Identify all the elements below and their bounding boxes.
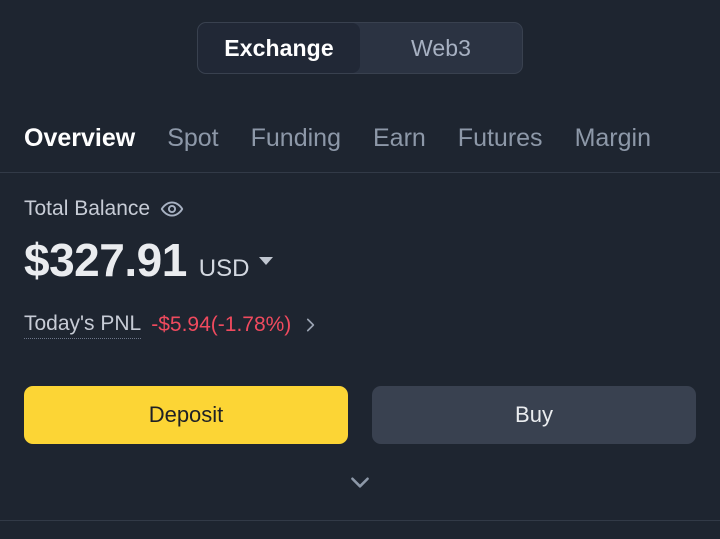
- top-toggle-container: Exchange Web3: [0, 0, 720, 96]
- wallet-overview-screen: Exchange Web3 Overview Spot Funding Earn…: [0, 0, 720, 539]
- deposit-button[interactable]: Deposit: [24, 386, 348, 444]
- todays-pnl-value: -$5.94(-1.78%): [151, 313, 292, 336]
- tab-overview[interactable]: Overview: [24, 124, 135, 153]
- segment-exchange[interactable]: Exchange: [198, 23, 360, 73]
- chevron-down-icon[interactable]: [347, 469, 373, 495]
- segment-web3[interactable]: Web3: [360, 23, 522, 73]
- balance-amount-row: $327.91 USD: [24, 237, 696, 289]
- todays-pnl-row[interactable]: Today's PNL -$5.94(-1.78%): [24, 311, 696, 339]
- tab-margin[interactable]: Margin: [575, 124, 651, 153]
- tab-earn[interactable]: Earn: [373, 124, 426, 153]
- exchange-web3-segmented-control[interactable]: Exchange Web3: [197, 22, 523, 74]
- bottom-divider: [0, 520, 720, 521]
- balance-currency: USD: [198, 255, 250, 282]
- todays-pnl-label[interactable]: Today's PNL: [24, 312, 142, 339]
- chevron-right-icon[interactable]: [301, 316, 319, 334]
- tab-spot[interactable]: Spot: [167, 124, 218, 153]
- tab-futures[interactable]: Futures: [458, 124, 543, 153]
- total-balance-label: Total Balance: [24, 197, 151, 220]
- buy-button[interactable]: Buy: [372, 386, 696, 444]
- account-tabs: Overview Spot Funding Earn Futures Margi…: [0, 104, 720, 172]
- action-buttons: Deposit Buy: [24, 386, 696, 444]
- eye-icon[interactable]: [160, 197, 184, 221]
- caret-down-icon[interactable]: [259, 257, 274, 265]
- tab-funding[interactable]: Funding: [251, 124, 341, 153]
- balance-amount: $327.91: [24, 234, 187, 286]
- total-balance-row: Total Balance: [24, 195, 696, 223]
- balance-section: Total Balance $327.91 USD Today's PNL -$…: [0, 173, 720, 339]
- expand-section: [0, 462, 720, 502]
